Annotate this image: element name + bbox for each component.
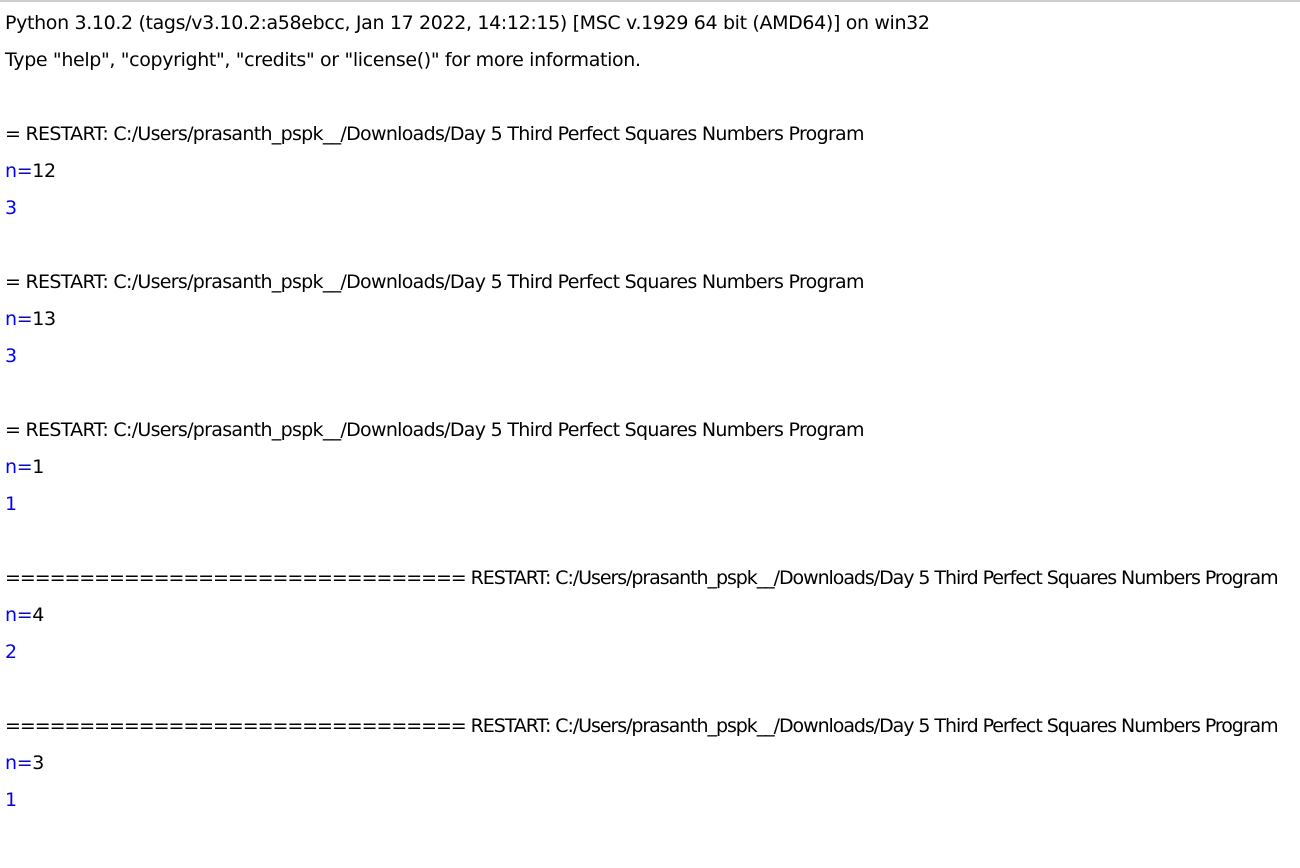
- output-value: 3: [5, 345, 17, 367]
- input-line: n=13: [5, 304, 56, 334]
- restart-line: = RESTART: C:/Users/prasanth_pspk__/Down…: [5, 419, 865, 441]
- help-info-line: Type "help", "copyright", "credits" or "…: [5, 49, 641, 71]
- python-version-line: Python 3.10.2 (tags/v3.10.2:a58ebcc, Jan…: [5, 12, 930, 34]
- input-value: 1: [32, 456, 45, 478]
- input-prompt: n=: [5, 752, 33, 774]
- input-line: n=3: [5, 748, 44, 778]
- input-value: 4: [32, 604, 45, 626]
- input-line: n=12: [5, 156, 56, 186]
- output-value: 1: [5, 493, 17, 515]
- restart-line: = RESTART: C:/Users/prasanth_pspk__/Down…: [5, 123, 865, 145]
- output-value: 3: [5, 197, 17, 219]
- input-value: 12: [32, 160, 56, 182]
- input-value: 13: [32, 308, 56, 330]
- python-shell-output[interactable]: Python 3.10.2 (tags/v3.10.2:a58ebcc, Jan…: [0, 2, 1300, 868]
- input-prompt: n=: [5, 604, 33, 626]
- input-line: n=1: [5, 452, 44, 482]
- output-value: 2: [5, 641, 17, 663]
- input-value: 3: [32, 752, 45, 774]
- input-prompt: n=: [5, 160, 33, 182]
- output-value: 1: [5, 789, 17, 811]
- input-line: n=4: [5, 600, 44, 630]
- input-prompt: n=: [5, 456, 33, 478]
- restart-line: =============================== RESTART:…: [5, 715, 1279, 737]
- input-prompt: n=: [5, 308, 33, 330]
- restart-line: = RESTART: C:/Users/prasanth_pspk__/Down…: [5, 271, 865, 293]
- restart-line: =============================== RESTART:…: [5, 567, 1279, 589]
